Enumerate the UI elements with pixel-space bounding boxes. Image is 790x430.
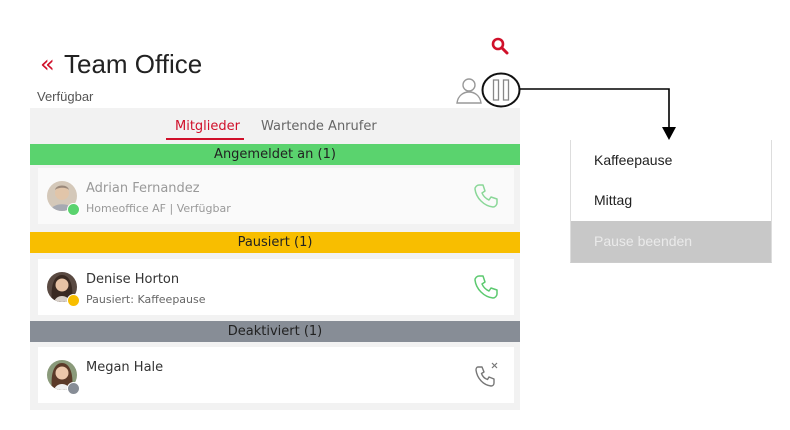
- member-detail: Pausiert: Kaffeepause: [86, 293, 206, 306]
- status-text: Verfügbar: [37, 89, 94, 104]
- tab-members[interactable]: Mitglieder: [175, 119, 240, 134]
- back-button[interactable]: «: [40, 50, 55, 78]
- section-header-logged-in: Angemeldet an (1): [30, 144, 520, 165]
- member-card[interactable]: Denise Horton Pausiert: Kaffeepause: [38, 259, 514, 315]
- section-header-disabled: Deaktiviert (1): [30, 321, 520, 342]
- section-header-paused: Pausiert (1): [30, 232, 520, 253]
- menu-item-coffee-break[interactable]: Kaffeepause: [571, 140, 771, 180]
- phone-icon[interactable]: [472, 182, 500, 210]
- presence-indicator: [67, 203, 80, 216]
- tab-bar: Mitglieder Wartende Anrufer: [30, 110, 520, 140]
- person-icon[interactable]: [455, 76, 483, 104]
- member-detail: Homeoffice AF | Verfügbar: [86, 202, 231, 215]
- presence-indicator: [67, 294, 80, 307]
- menu-item-lunch[interactable]: Mittag: [571, 180, 771, 220]
- member-card[interactable]: Adrian Fernandez Homeoffice AF | Verfügb…: [38, 168, 514, 224]
- phone-icon[interactable]: [472, 273, 500, 301]
- page-title: Team Office: [64, 49, 203, 79]
- pause-button[interactable]: [481, 72, 521, 108]
- search-icon[interactable]: [490, 36, 510, 56]
- tab-waiting-callers[interactable]: Wartende Anrufer: [261, 119, 377, 134]
- active-tab-indicator: [166, 138, 244, 140]
- presence-indicator: [67, 382, 80, 395]
- pause-menu: Kaffeepause Mittag Pause beenden: [570, 140, 772, 263]
- member-name: Megan Hale: [86, 360, 164, 375]
- member-card[interactable]: Megan Hale: [38, 347, 514, 403]
- member-name: Denise Horton: [86, 272, 180, 287]
- phone-disabled-icon[interactable]: [472, 361, 500, 389]
- member-name: Adrian Fernandez: [86, 181, 200, 196]
- menu-item-end-pause: Pause beenden: [571, 221, 771, 262]
- connector-arrow: [520, 88, 676, 140]
